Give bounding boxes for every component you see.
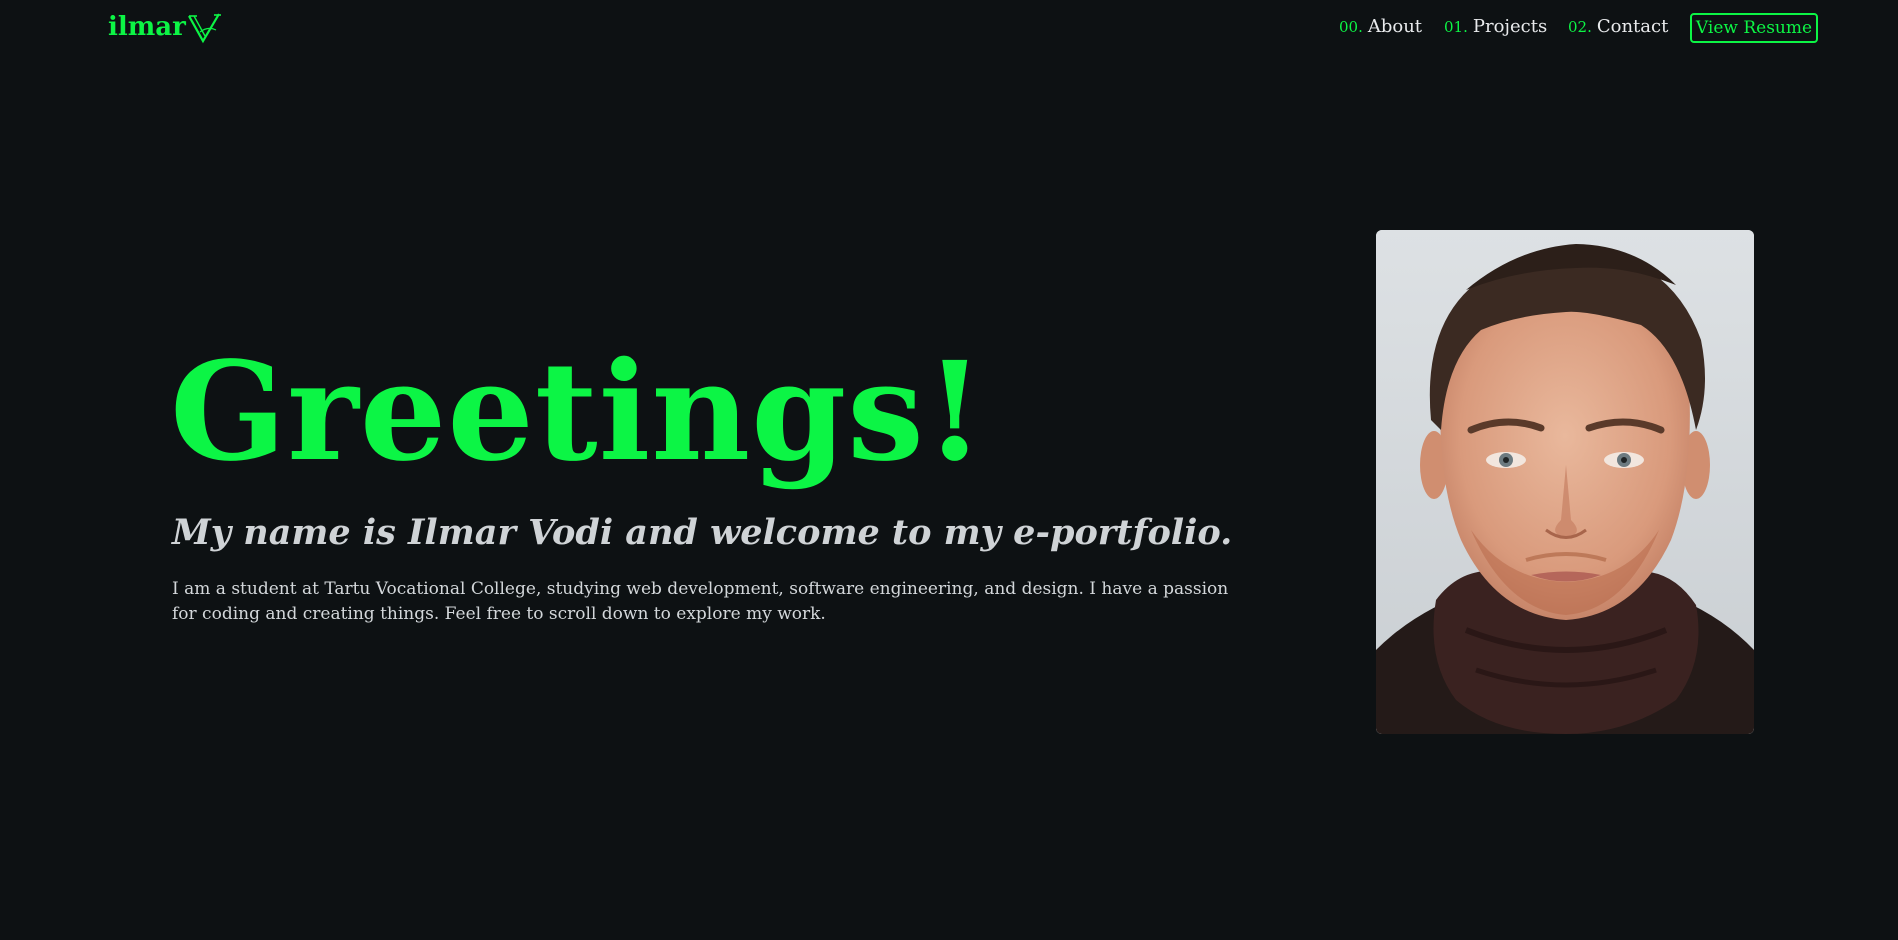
hero-description: I am a student at Tartu Vocational Colle… — [172, 579, 1229, 624]
hero-subtitle: My name is Ilmar Vodi and welcome to my … — [172, 512, 1233, 553]
portrait-illustration — [1376, 230, 1754, 734]
v-monogram-icon — [187, 13, 221, 44]
nav-number: 01. — [1444, 18, 1468, 36]
nav-number: 02. — [1568, 18, 1592, 36]
site-header: ilmar 00. About 01. Projects 02. Contact… — [0, 0, 1898, 56]
logo-link[interactable]: ilmar — [108, 10, 222, 44]
view-resume-button[interactable]: View Resume — [1690, 13, 1818, 43]
nav-label: Projects — [1472, 16, 1548, 37]
portrait-photo — [1376, 230, 1754, 734]
nav-item-contact[interactable]: 02. Contact — [1568, 16, 1668, 37]
nav-item-about[interactable]: 00. About — [1339, 16, 1422, 37]
page-title: Greetings! — [170, 332, 986, 492]
nav-label: Contact — [1596, 16, 1669, 37]
nav-label: About — [1367, 16, 1423, 37]
logo-text: ilmar — [108, 12, 186, 42]
nav-item-projects[interactable]: 01. Projects — [1444, 16, 1547, 37]
nav-number: 00. — [1339, 18, 1363, 36]
